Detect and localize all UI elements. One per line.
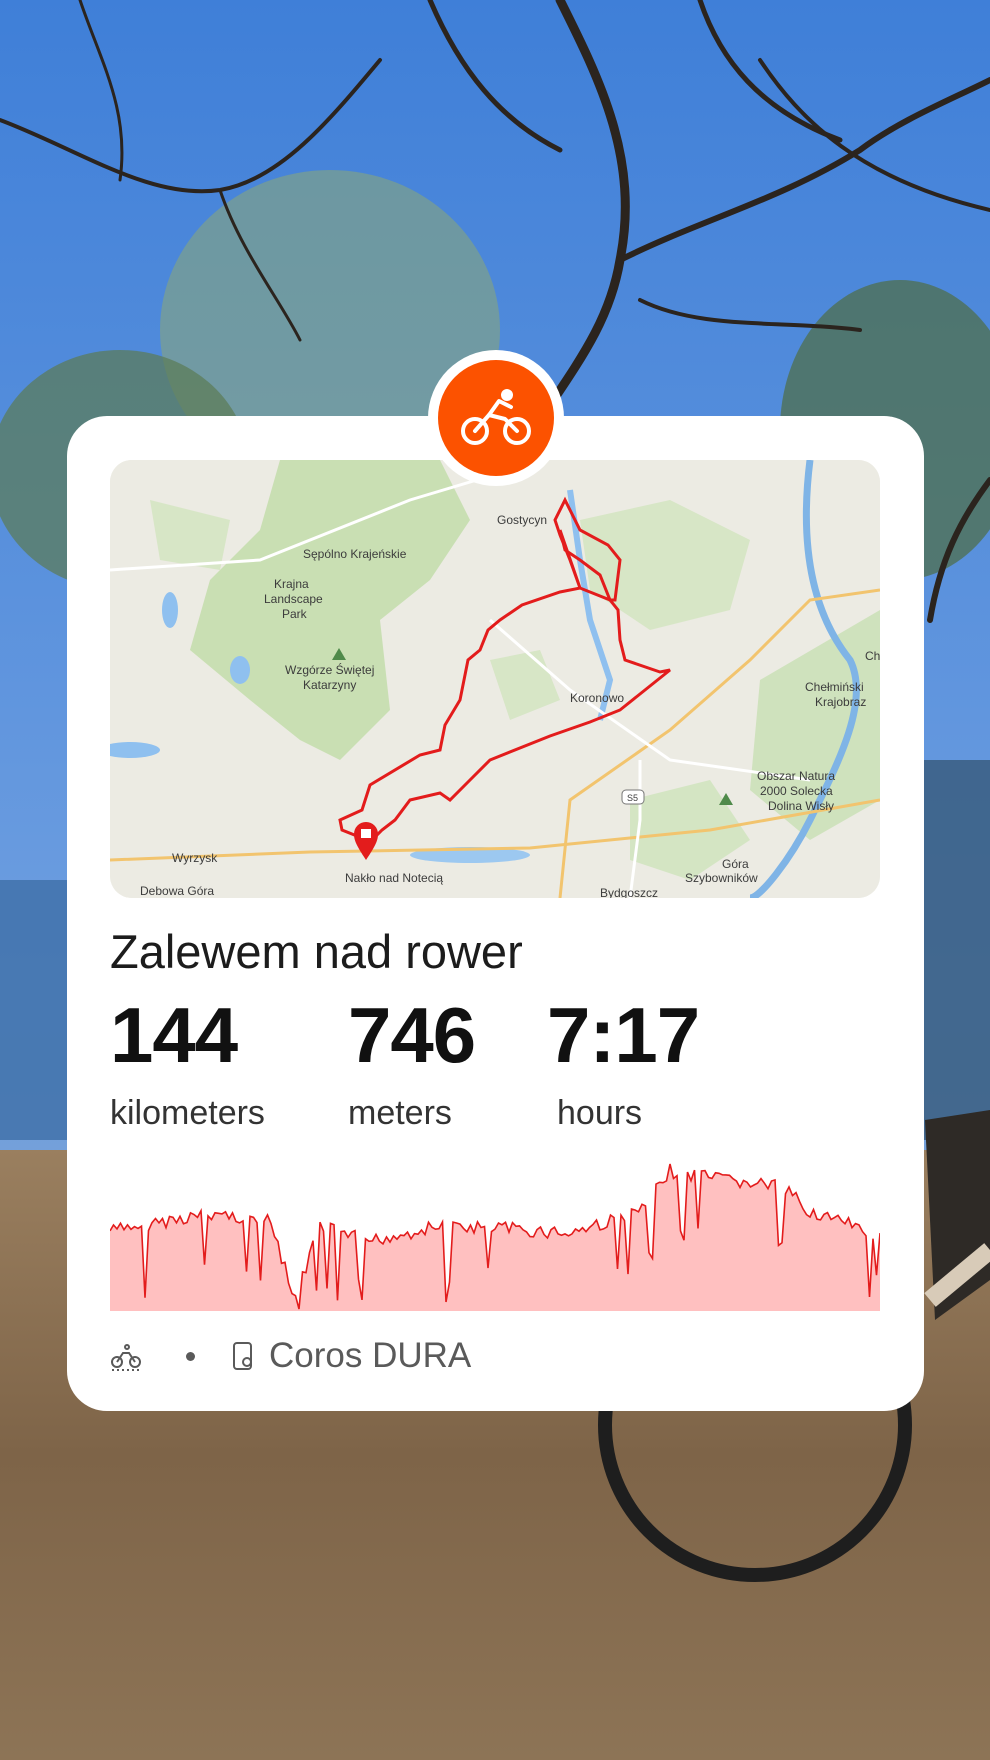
bike-icon [110,1340,142,1372]
map-label: Krajna [274,577,309,591]
map-label: S5 [627,793,638,803]
activity-footer: Coros DURA [110,1331,471,1381]
activity-card: Gostycyn Sępólno Krajeńskie Krajna Lands… [67,416,924,1411]
route-map-graphic: Gostycyn Sępólno Krajeńskie Krajna Lands… [110,460,880,898]
map-label: 2000 Solecka [760,784,833,798]
map-label: Góra [722,857,749,871]
time-label: hours [557,1094,643,1132]
map-label: Koronowo [570,691,624,705]
map-label: Wzgórze Świętej [285,662,374,677]
device-name: Coros DURA [269,1336,472,1375]
map-label: Dolina Wisły [768,799,834,813]
map-label: Nakło nad Notecią [345,871,443,885]
map-label: Bydgoszcz [600,886,658,898]
activity-badge [428,350,564,486]
map-label: Landscape [264,592,323,606]
activity-title: Zalewem nad rower [110,925,523,978]
map-label: Sępólno Krajeńskie [303,547,407,561]
map-label: Chełmiński [805,680,864,694]
map-label: Krajobraz [815,695,866,709]
separator-dot [186,1351,195,1361]
elevation-label: meters [348,1094,452,1132]
map-label: Park [282,607,308,621]
distance-value: 144 [110,991,238,1079]
time-stat: 7:17 hours [547,991,700,1133]
map-label: Debowa Góra [140,884,214,898]
distance-label: kilometers [110,1094,265,1132]
elevation-profile [110,1163,880,1311]
map-label: Obszar Natura [757,769,835,783]
time-value: 7:17 [547,991,700,1079]
elevation-stat: 746 meters [348,991,476,1133]
elevation-value: 746 [348,991,476,1079]
map-label: Wyrzysk [172,851,218,865]
elevation-area [110,1164,880,1311]
map-label: Katarzyny [303,678,356,692]
watch-icon [231,1340,257,1372]
route-map[interactable]: Gostycyn Sępólno Krajeńskie Krajna Lands… [110,460,880,898]
map-label: Gostycyn [497,513,547,527]
cycling-icon [459,389,533,447]
map-label: Ch [865,649,880,663]
map-label: Szybowników [685,871,758,885]
distance-stat: 144 kilometers [110,996,265,1133]
